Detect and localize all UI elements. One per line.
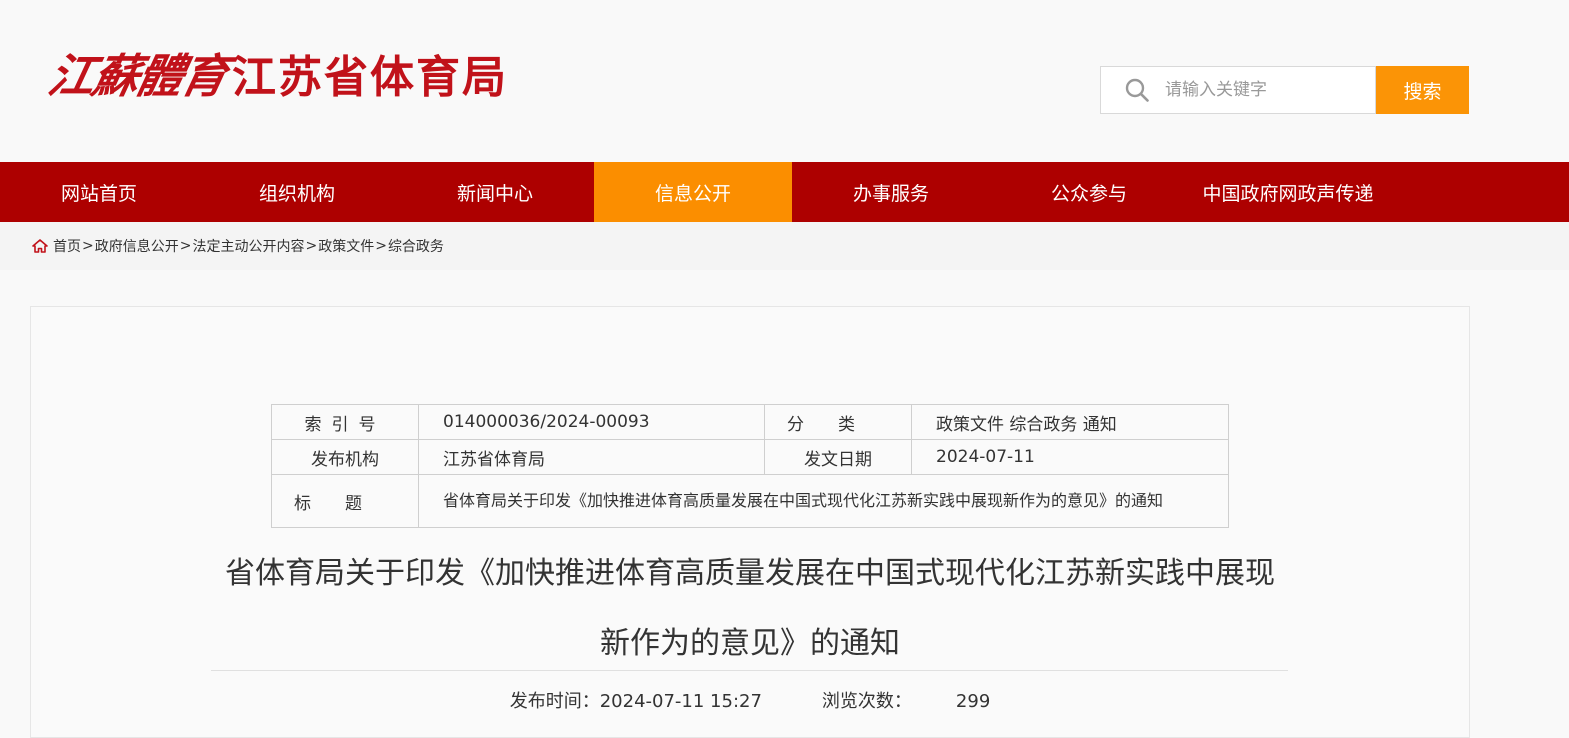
site-header: 江蘇體育 江苏省体育局 搜索 bbox=[0, 0, 1569, 162]
nav-item-services[interactable]: 办事服务 bbox=[792, 162, 990, 222]
table-row: 索引号 014000036/2024-00093 分类 政策文件 综合政务 通知 bbox=[271, 404, 1229, 440]
breadcrumb-separator: > bbox=[82, 238, 94, 254]
divider bbox=[211, 670, 1288, 671]
views-label: 浏览次数： bbox=[821, 691, 912, 712]
search-input[interactable] bbox=[1163, 79, 1367, 101]
metadata-table: 索引号 014000036/2024-00093 分类 政策文件 综合政务 通知… bbox=[271, 404, 1229, 528]
title-value: 省体育局关于印发《加快推进体育高质量发展在中国式现代化江苏新实践中展现新作为的意… bbox=[418, 474, 1229, 528]
home-icon bbox=[32, 239, 48, 253]
table-row: 发布机构 江苏省体育局 发文日期 2024-07-11 bbox=[271, 439, 1229, 475]
search-button[interactable]: 搜索 bbox=[1376, 66, 1469, 114]
index-label: 索引号 bbox=[271, 404, 419, 440]
nav-item-gov-voice[interactable]: 中国政府网政声传递 bbox=[1188, 162, 1388, 222]
breadcrumb-gov-info[interactable]: 政府信息公开 bbox=[95, 236, 179, 256]
breadcrumb-separator: > bbox=[179, 238, 192, 254]
title-label: 标题 bbox=[271, 474, 419, 528]
publish-time-label: 发布时间： bbox=[509, 691, 600, 712]
nav-item-organization[interactable]: 组织机构 bbox=[198, 162, 396, 222]
main-nav: 网站首页 组织机构 新闻中心 信息公开 办事服务 公众参与 中国政府网政声传递 bbox=[0, 162, 1569, 222]
article-title-line1: 省体育局关于印发《加快推进体育高质量发展在中国式现代化江苏新实践中展现 bbox=[225, 556, 1275, 591]
article-title-line2: 新作为的意见》的通知 bbox=[600, 626, 900, 661]
date-value: 2024-07-11 bbox=[911, 439, 1229, 475]
nav-item-news[interactable]: 新闻中心 bbox=[396, 162, 594, 222]
publish-info: 发布时间：2024-07-11 15:27 浏览次数： 299 bbox=[31, 687, 1469, 713]
breadcrumb-general-affairs[interactable]: 综合政务 bbox=[388, 236, 444, 256]
category-label: 分类 bbox=[764, 404, 912, 440]
nav-item-info-disclosure[interactable]: 信息公开 bbox=[594, 162, 792, 222]
date-label: 发文日期 bbox=[764, 439, 912, 475]
nav-item-home[interactable]: 网站首页 bbox=[0, 162, 198, 222]
site-logo[interactable]: 江蘇體育 江苏省体育局 bbox=[44, 40, 508, 106]
article-title: 省体育局关于印发《加快推进体育高质量发展在中国式现代化江苏新实践中展现 新作为的… bbox=[211, 539, 1289, 679]
search-bar: 搜索 bbox=[1100, 66, 1469, 114]
logo-text: 江苏省体育局 bbox=[232, 52, 508, 103]
breadcrumb-legal-content[interactable]: 法定主动公开内容 bbox=[192, 236, 304, 256]
search-box bbox=[1100, 66, 1376, 114]
publish-time: 2024-07-11 15:27 bbox=[599, 691, 762, 712]
views-count: 299 bbox=[955, 691, 991, 712]
index-value: 014000036/2024-00093 bbox=[418, 404, 765, 440]
breadcrumb-separator: > bbox=[375, 238, 387, 254]
nav-item-public-participation[interactable]: 公众参与 bbox=[990, 162, 1188, 222]
breadcrumb-policy-docs[interactable]: 政策文件 bbox=[318, 236, 374, 256]
category-value: 政策文件 综合政务 通知 bbox=[911, 404, 1229, 440]
publisher-value: 江苏省体育局 bbox=[418, 439, 765, 475]
logo-calligraphy: 江蘇體育 bbox=[43, 49, 232, 103]
breadcrumb-separator: > bbox=[305, 238, 318, 254]
search-icon bbox=[1125, 78, 1149, 102]
article-container: 索引号 014000036/2024-00093 分类 政策文件 综合政务 通知… bbox=[30, 306, 1470, 738]
breadcrumb: 首页 > 政府信息公开 > 法定主动公开内容 > 政策文件 > 综合政务 bbox=[0, 222, 1569, 270]
publisher-label: 发布机构 bbox=[271, 439, 419, 475]
table-row: 标题 省体育局关于印发《加快推进体育高质量发展在中国式现代化江苏新实践中展现新作… bbox=[271, 474, 1229, 528]
breadcrumb-home[interactable]: 首页 bbox=[53, 236, 81, 256]
